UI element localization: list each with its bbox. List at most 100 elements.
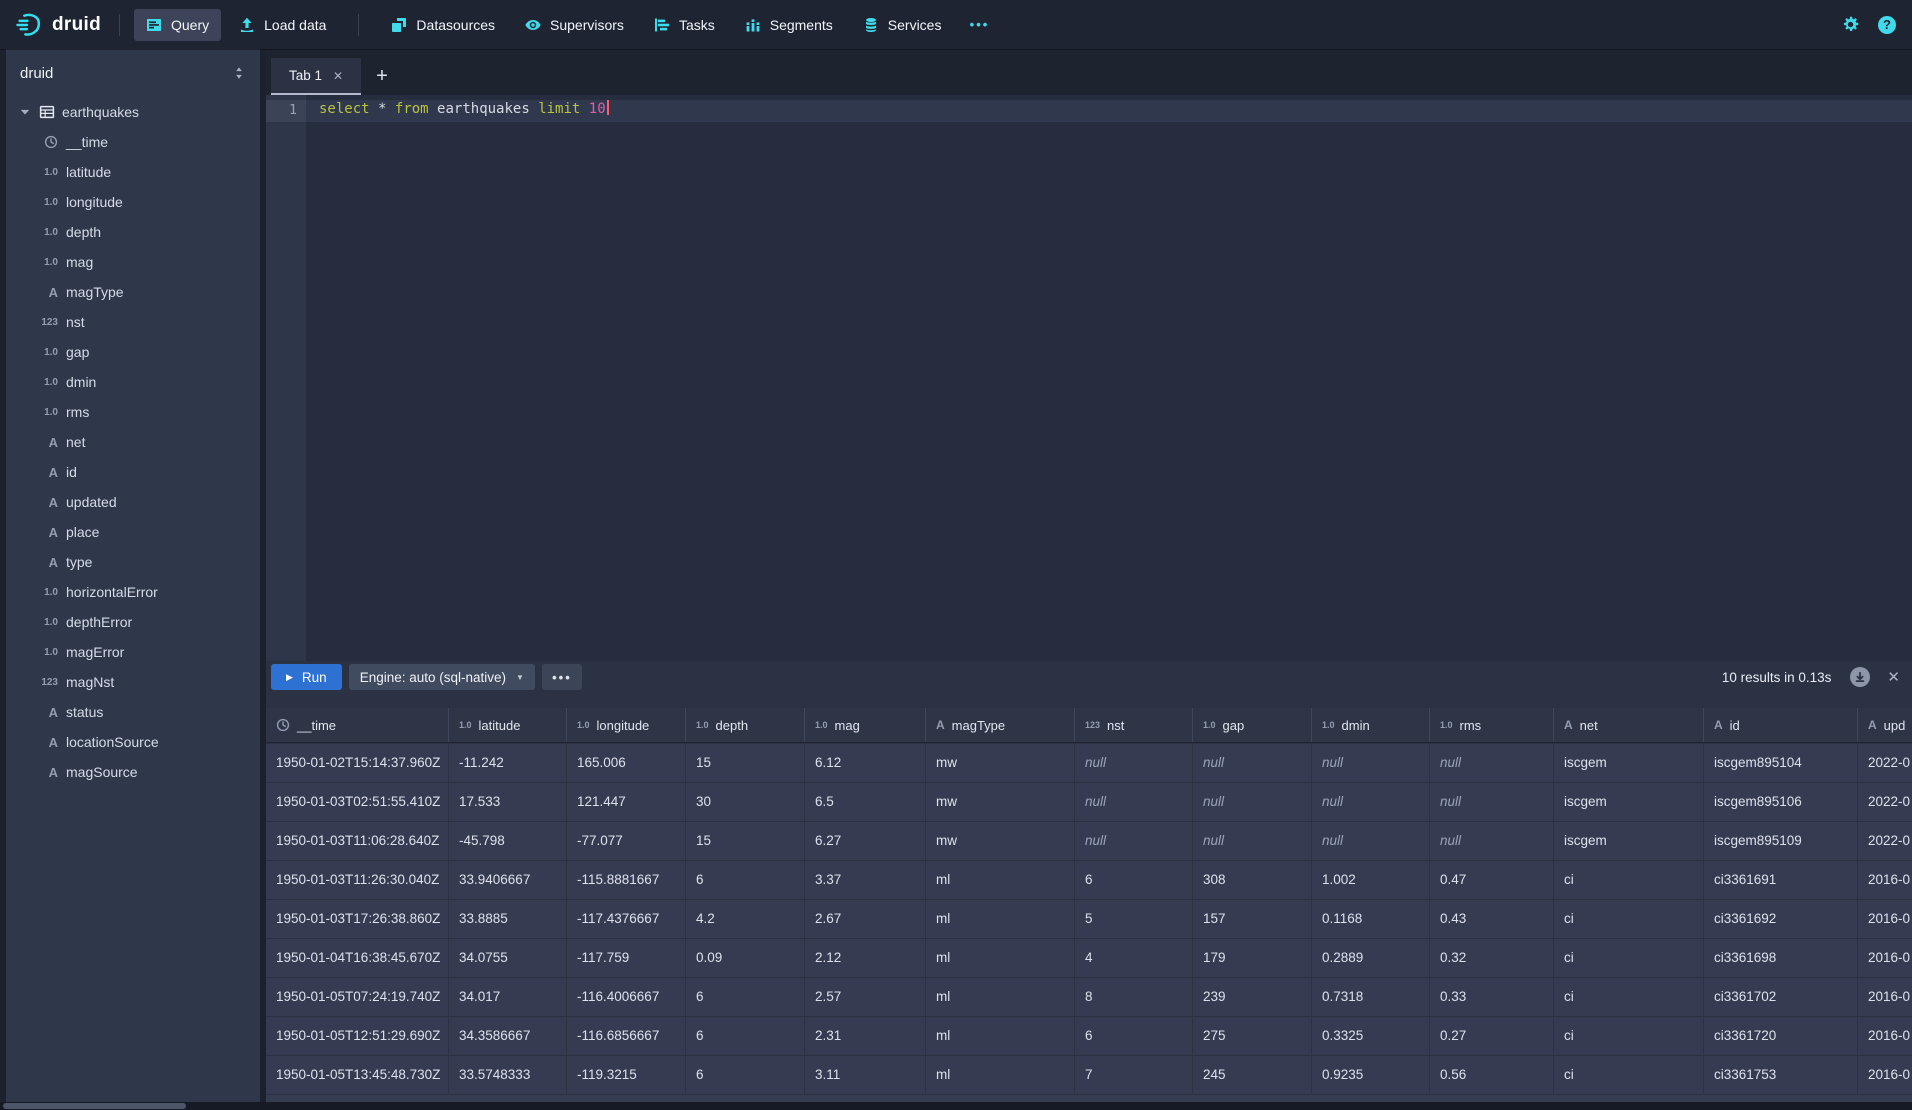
tree-column-depthError[interactable]: 1.0depthError [6,607,260,637]
table-cell[interactable]: 1950-01-05T12:51:29.690Z [266,1017,449,1055]
nav-item-datasources[interactable]: Datasources [379,9,507,41]
table-cell[interactable]: null [1193,822,1312,860]
table-cell[interactable]: 33.9406667 [449,861,567,899]
table-cell[interactable]: 2016-0 [1858,1017,1912,1055]
table-cell[interactable]: 6.5 [805,783,926,821]
table-cell[interactable]: 6 [686,1017,805,1055]
table-cell[interactable]: ci [1554,978,1704,1016]
tree-column-place[interactable]: Aplace [6,517,260,547]
tab-1[interactable]: Tab 1 ✕ [271,58,361,95]
nav-item-segments[interactable]: Segments [733,9,845,41]
table-cell[interactable]: ml [926,978,1075,1016]
tree-column-rms[interactable]: 1.0rms [6,397,260,427]
table-cell[interactable]: 245 [1193,1056,1312,1094]
table-cell[interactable]: ml [926,939,1075,977]
table-cell[interactable]: 0.09 [686,939,805,977]
close-results-icon[interactable]: ✕ [1887,668,1900,686]
table-cell[interactable]: 6 [686,1056,805,1094]
table-cell[interactable]: -77.077 [567,822,686,860]
table-cell[interactable]: iscgem895109 [1704,822,1858,860]
table-cell[interactable]: null [1193,744,1312,782]
tree-column-status[interactable]: Astatus [6,697,260,727]
column-header-latitude[interactable]: 1.0latitude [449,708,567,742]
help-icon[interactable]: ? [1878,16,1896,34]
tree-column-id[interactable]: Aid [6,457,260,487]
table-cell[interactable]: ci [1554,861,1704,899]
table-cell[interactable]: 8 [1075,978,1193,1016]
table-cell[interactable]: 17.533 [449,783,567,821]
table-cell[interactable]: 157 [1193,900,1312,938]
table-cell[interactable]: ml [926,861,1075,899]
table-cell[interactable]: -116.6856667 [567,1017,686,1055]
tree-column-updated[interactable]: Aupdated [6,487,260,517]
table-cell[interactable]: 1950-01-03T02:51:55.410Z [266,783,449,821]
brand[interactable]: druid [16,11,101,38]
table-cell[interactable]: null [1430,822,1554,860]
scrollbar-thumb[interactable] [3,1103,186,1109]
nav-item-load-data[interactable]: Load data [227,9,338,41]
table-cell[interactable]: 165.006 [567,744,686,782]
tree-column-nst[interactable]: 123nst [6,307,260,337]
table-cell[interactable]: ci [1554,900,1704,938]
table-cell[interactable]: 34.0755 [449,939,567,977]
tree-column-depth[interactable]: 1.0depth [6,217,260,247]
tree-column-mag[interactable]: 1.0mag [6,247,260,277]
table-cell[interactable]: 30 [686,783,805,821]
table-cell[interactable]: mw [926,822,1075,860]
table-cell[interactable]: 34.017 [449,978,567,1016]
table-cell[interactable]: 2.67 [805,900,926,938]
table-cell[interactable]: ci3361720 [1704,1017,1858,1055]
table-cell[interactable]: ci3361691 [1704,861,1858,899]
table-cell[interactable]: 6 [686,978,805,1016]
table-cell[interactable]: -119.3215 [567,1056,686,1094]
gear-icon[interactable] [1841,15,1860,34]
column-header-mag[interactable]: 1.0mag [805,708,926,742]
table-cell[interactable]: -115.8881667 [567,861,686,899]
table-cell[interactable]: 6.27 [805,822,926,860]
table-cell[interactable]: 1950-01-05T07:24:19.740Z [266,978,449,1016]
table-cell[interactable]: iscgem [1554,744,1704,782]
column-header-id[interactable]: Aid [1704,708,1858,742]
table-cell[interactable]: 3.37 [805,861,926,899]
table-cell[interactable]: iscgem895104 [1704,744,1858,782]
table-cell[interactable]: ml [926,1017,1075,1055]
tree-column-dmin[interactable]: 1.0dmin [6,367,260,397]
column-header-magType[interactable]: AmagType [926,708,1075,742]
table-cell[interactable]: 6 [1075,1017,1193,1055]
table-cell[interactable]: -11.242 [449,744,567,782]
table-cell[interactable]: null [1430,744,1554,782]
table-cell[interactable]: -117.4376667 [567,900,686,938]
table-cell[interactable]: 0.9235 [1312,1056,1430,1094]
add-tab-button[interactable]: + [361,58,403,95]
column-header-longitude[interactable]: 1.0longitude [567,708,686,742]
table-cell[interactable]: 2016-0 [1858,1056,1912,1094]
table-cell[interactable]: ci [1554,1017,1704,1055]
table-cell[interactable]: ci3361692 [1704,900,1858,938]
table-cell[interactable]: 121.447 [567,783,686,821]
column-header-rms[interactable]: 1.0rms [1430,708,1554,742]
column-header-upd[interactable]: Aupd [1858,708,1912,742]
tree-column-magNst[interactable]: 123magNst [6,667,260,697]
table-cell[interactable]: 33.5748333 [449,1056,567,1094]
nav-item-more[interactable]: ••• [959,9,999,41]
tree-column-type[interactable]: Atype [6,547,260,577]
table-cell[interactable]: ci3361698 [1704,939,1858,977]
table-cell[interactable]: 0.27 [1430,1017,1554,1055]
nav-item-services[interactable]: Services [851,9,954,41]
table-cell[interactable]: null [1312,783,1430,821]
table-cell[interactable]: 275 [1193,1017,1312,1055]
table-cell[interactable]: ci [1554,939,1704,977]
table-cell[interactable]: 5 [1075,900,1193,938]
nav-item-tasks[interactable]: Tasks [642,9,727,41]
table-cell[interactable]: 0.1168 [1312,900,1430,938]
table-cell[interactable]: 1950-01-05T13:45:48.730Z [266,1056,449,1094]
table-cell[interactable]: 4 [1075,939,1193,977]
table-cell[interactable]: iscgem [1554,822,1704,860]
table-cell[interactable]: 33.8885 [449,900,567,938]
table-cell[interactable]: 0.56 [1430,1056,1554,1094]
nav-item-query[interactable]: Query [134,9,221,41]
table-cell[interactable]: null [1075,744,1193,782]
table-cell[interactable]: 1950-01-04T16:38:45.670Z [266,939,449,977]
tree-column-__time[interactable]: __time [6,127,260,157]
table-cell[interactable]: iscgem895106 [1704,783,1858,821]
